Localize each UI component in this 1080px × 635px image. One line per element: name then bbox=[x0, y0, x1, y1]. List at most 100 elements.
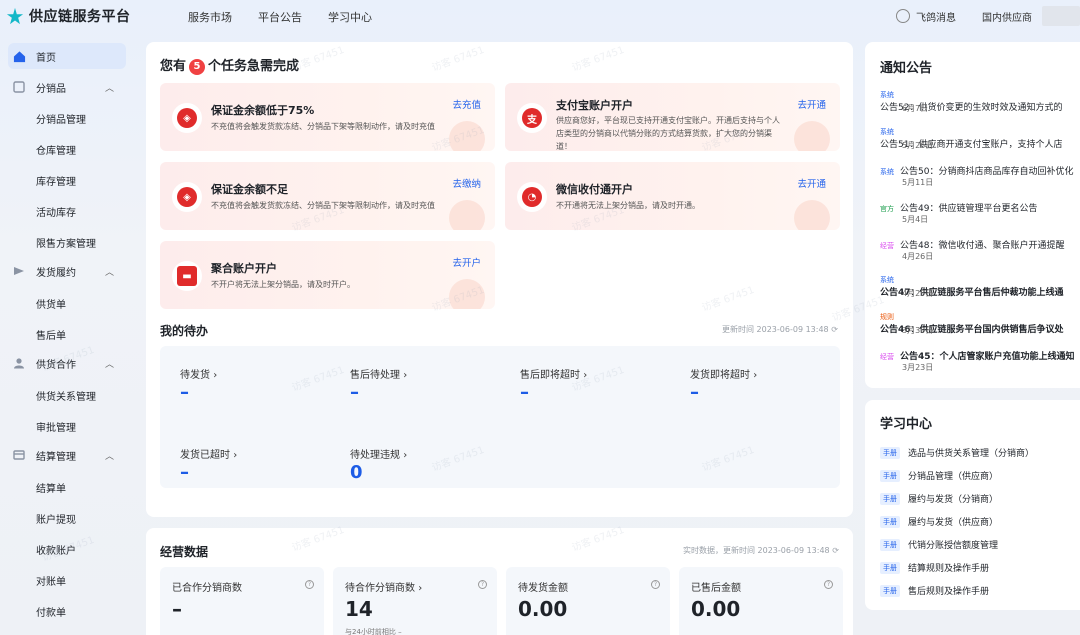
sidebar-group-products[interactable]: 分销品 ︿ bbox=[8, 74, 126, 100]
todo-update-time: 更新时间 2023-06-09 13:48 ⟳ bbox=[722, 324, 838, 335]
chevron-right-icon: › bbox=[233, 450, 238, 461]
notice-tag: 经营 bbox=[880, 242, 894, 250]
sidebar-group-label: 发货履约 bbox=[36, 267, 76, 279]
store-avatar[interactable] bbox=[1042, 6, 1080, 26]
todo-label: 售后待处理 bbox=[350, 370, 400, 381]
nav-platform-notice[interactable]: 平台公告 bbox=[258, 9, 302, 25]
learn-item[interactable]: 手册 代销分账授信额度管理 bbox=[880, 538, 998, 551]
sidebar-item-activity-inventory[interactable]: 活动库存 bbox=[36, 204, 76, 219]
stat-aftersale-amount: 已售后金额 ? 0.00 bbox=[679, 567, 843, 635]
task-desc: 不开户将无法上架分销品，请及时开户。 bbox=[211, 280, 355, 289]
info-icon[interactable]: ? bbox=[478, 580, 487, 589]
logo[interactable]: 供应链服务平台 bbox=[6, 6, 131, 26]
sidebar-item-aftersale-order[interactable]: 售后单 bbox=[36, 327, 66, 342]
notice-item[interactable]: 经营 公告48：微信收付通、聚合账户开通提醒 4月26日 bbox=[880, 238, 1064, 261]
sidebar-item-approval[interactable]: 审批管理 bbox=[36, 419, 76, 434]
learn-item[interactable]: 手册 履约与发货（分销商） bbox=[880, 492, 998, 505]
stat-pending-ship-amount: 待发货金额 ? 0.00 bbox=[506, 567, 670, 635]
info-icon[interactable]: ? bbox=[305, 580, 314, 589]
info-icon[interactable]: ? bbox=[651, 580, 660, 589]
todo-item-violations[interactable]: 待处理违规 › bbox=[350, 446, 407, 461]
notice-item[interactable]: 规则公告46：供应链服务平台国内供销售后争议处 3月30日 bbox=[880, 312, 1080, 335]
chevron-up-icon: ︿ bbox=[104, 83, 114, 94]
todo-label: 售后即将超时 bbox=[520, 370, 580, 381]
learn-item[interactable]: 手册 结算规则及操作手册 bbox=[880, 561, 989, 574]
settlement-icon bbox=[12, 448, 26, 462]
learn-item[interactable]: 手册 履约与发货（供应商） bbox=[880, 515, 998, 528]
sidebar-group-fulfillment[interactable]: 发货履约 ︿ bbox=[8, 258, 126, 284]
sidebar-item-home[interactable]: 首页 bbox=[8, 43, 126, 69]
sidebar-item-label: 首页 bbox=[36, 52, 56, 64]
learn-item-title: 代销分账授信额度管理 bbox=[908, 541, 999, 551]
decoration-icon bbox=[449, 121, 485, 151]
sidebar-item-payment-bill[interactable]: 付款单 bbox=[36, 604, 66, 619]
notice-tag: 系统 bbox=[880, 128, 894, 136]
sidebar-item-supply-order[interactable]: 供货单 bbox=[36, 296, 66, 311]
sidebar-group-cooperation[interactable]: 供货合作 ︿ bbox=[8, 350, 126, 376]
learn-item-title: 分销品管理（供应商） bbox=[908, 472, 999, 482]
notice-tag: 规则 bbox=[880, 313, 894, 321]
recharge-link[interactable]: 去充值 bbox=[452, 97, 481, 111]
stat-label: 已售后金额 bbox=[691, 583, 741, 594]
open-wechat-pay-link[interactable]: 去开通 bbox=[797, 176, 826, 190]
nav-service-market[interactable]: 服务市场 bbox=[188, 9, 232, 25]
sidebar-item-inventory[interactable]: 库存管理 bbox=[36, 173, 76, 188]
stat-pending-distributors[interactable]: 待合作分销商数 › ? 14 与24小时前相比 – bbox=[333, 567, 497, 635]
user-icon bbox=[12, 356, 26, 370]
sidebar-group-settlement[interactable]: 结算管理 ︿ bbox=[8, 442, 126, 468]
sidebar-item-warehouse[interactable]: 仓库管理 bbox=[36, 142, 76, 157]
open-account-link[interactable]: 去开户 bbox=[452, 255, 481, 269]
learn-item[interactable]: 手册 售后规则及操作手册 bbox=[880, 584, 989, 597]
sidebar-item-statement[interactable]: 对账单 bbox=[36, 573, 66, 588]
sidebar-item-restriction-plan[interactable]: 限售方案管理 bbox=[36, 235, 96, 250]
notice-item[interactable]: 经营 公告45：个人店管家账户充值功能上线通知 3月23日 bbox=[880, 349, 1075, 372]
learn-item[interactable]: 手册 选品与供货关系管理（分销商） bbox=[880, 446, 1034, 459]
notice-item[interactable]: 官方 公告49：供应链管理平台更名公告 5月4日 bbox=[880, 201, 1037, 224]
notice-item[interactable]: 系统公告52：供货价变更的生效时效及通知方式的 6月7日 bbox=[880, 90, 1080, 113]
manual-tag: 手册 bbox=[880, 469, 900, 482]
messages-button[interactable]: 飞鸽消息 bbox=[896, 9, 972, 24]
sidebar-item-supply-relation[interactable]: 供货关系管理 bbox=[36, 388, 96, 403]
messages-label: 飞鸽消息 bbox=[916, 12, 956, 24]
learn-item-title: 结算规则及操作手册 bbox=[908, 564, 990, 574]
nav-learning-center[interactable]: 学习中心 bbox=[328, 9, 372, 25]
alipay-icon: 支 bbox=[517, 103, 547, 133]
refresh-icon[interactable]: ⟳ bbox=[832, 546, 839, 555]
task-count-badge: 5 bbox=[189, 58, 206, 75]
sidebar-item-settlement-bill[interactable]: 结算单 bbox=[36, 480, 66, 495]
notice-item[interactable]: 系统公告47：供应链服务平台售后仲裁功能上线通 4月25日 bbox=[880, 275, 1080, 298]
sidebar-item-withdraw[interactable]: 账户提现 bbox=[36, 511, 76, 526]
logo-icon bbox=[6, 7, 24, 25]
store-name[interactable]: 国内供应商 bbox=[982, 9, 1032, 24]
learn-item-title: 售后规则及操作手册 bbox=[908, 587, 990, 597]
notice-tag: 经营 bbox=[880, 353, 894, 361]
learn-item-title: 选品与供货关系管理（分销商） bbox=[908, 449, 1035, 459]
todo-item-aftersale-pending[interactable]: 售后待处理 › bbox=[350, 366, 407, 381]
sidebar-item-product-management[interactable]: 分销品管理 bbox=[36, 111, 86, 126]
learn-item[interactable]: 手册 分销品管理（供应商） bbox=[880, 469, 998, 482]
notice-item[interactable]: 系统 公告50：分销商抖店商品库存自动回补优化 5月11日 bbox=[880, 164, 1073, 187]
refresh-icon[interactable]: ⟳ bbox=[831, 325, 838, 334]
sidebar-item-receiving-account[interactable]: 收款账户 bbox=[36, 542, 76, 557]
todo-item-ship-timeout[interactable]: 发货已超时 › bbox=[180, 446, 237, 461]
learn-item-title: 履约与发货（分销商） bbox=[908, 495, 999, 505]
todo-item-aftersale-timeout-soon[interactable]: 售后即将超时 › bbox=[520, 366, 587, 381]
todo-item-to-ship[interactable]: 待发货 › bbox=[180, 366, 217, 381]
stat-value: 14 bbox=[345, 597, 373, 621]
stat-value: 0.00 bbox=[518, 597, 568, 621]
fulfillment-icon bbox=[12, 264, 26, 278]
decoration-icon bbox=[449, 200, 485, 230]
open-alipay-link[interactable]: 去开通 bbox=[797, 97, 826, 111]
notice-date: 4月25日 bbox=[902, 289, 934, 298]
notice-item[interactable]: 系统公告51：供应商开通支付宝账户，支持个人店 5月26日 bbox=[880, 127, 1080, 150]
task-card-aggregate-account: ▬ 聚合账户开户 不开户将无法上架分销品，请及时开户。 去开户 bbox=[160, 241, 495, 309]
pay-deposit-link[interactable]: 去缴纳 bbox=[452, 176, 481, 190]
manual-tag: 手册 bbox=[880, 584, 900, 597]
todo-item-ship-timeout-soon[interactable]: 发货即将超时 › bbox=[690, 366, 757, 381]
stat-label: 待发货金额 bbox=[518, 583, 568, 594]
info-icon[interactable]: ? bbox=[824, 580, 833, 589]
sidebar-group-label: 分销品 bbox=[36, 83, 66, 95]
task-card-deposit-low: ◈ 保证金余额低于75% 不充值将会触发货款冻结、分销品下架等限制动作，请及时充… bbox=[160, 83, 495, 151]
todo-label: 待发货 bbox=[180, 370, 210, 381]
manual-tag: 手册 bbox=[880, 446, 900, 459]
